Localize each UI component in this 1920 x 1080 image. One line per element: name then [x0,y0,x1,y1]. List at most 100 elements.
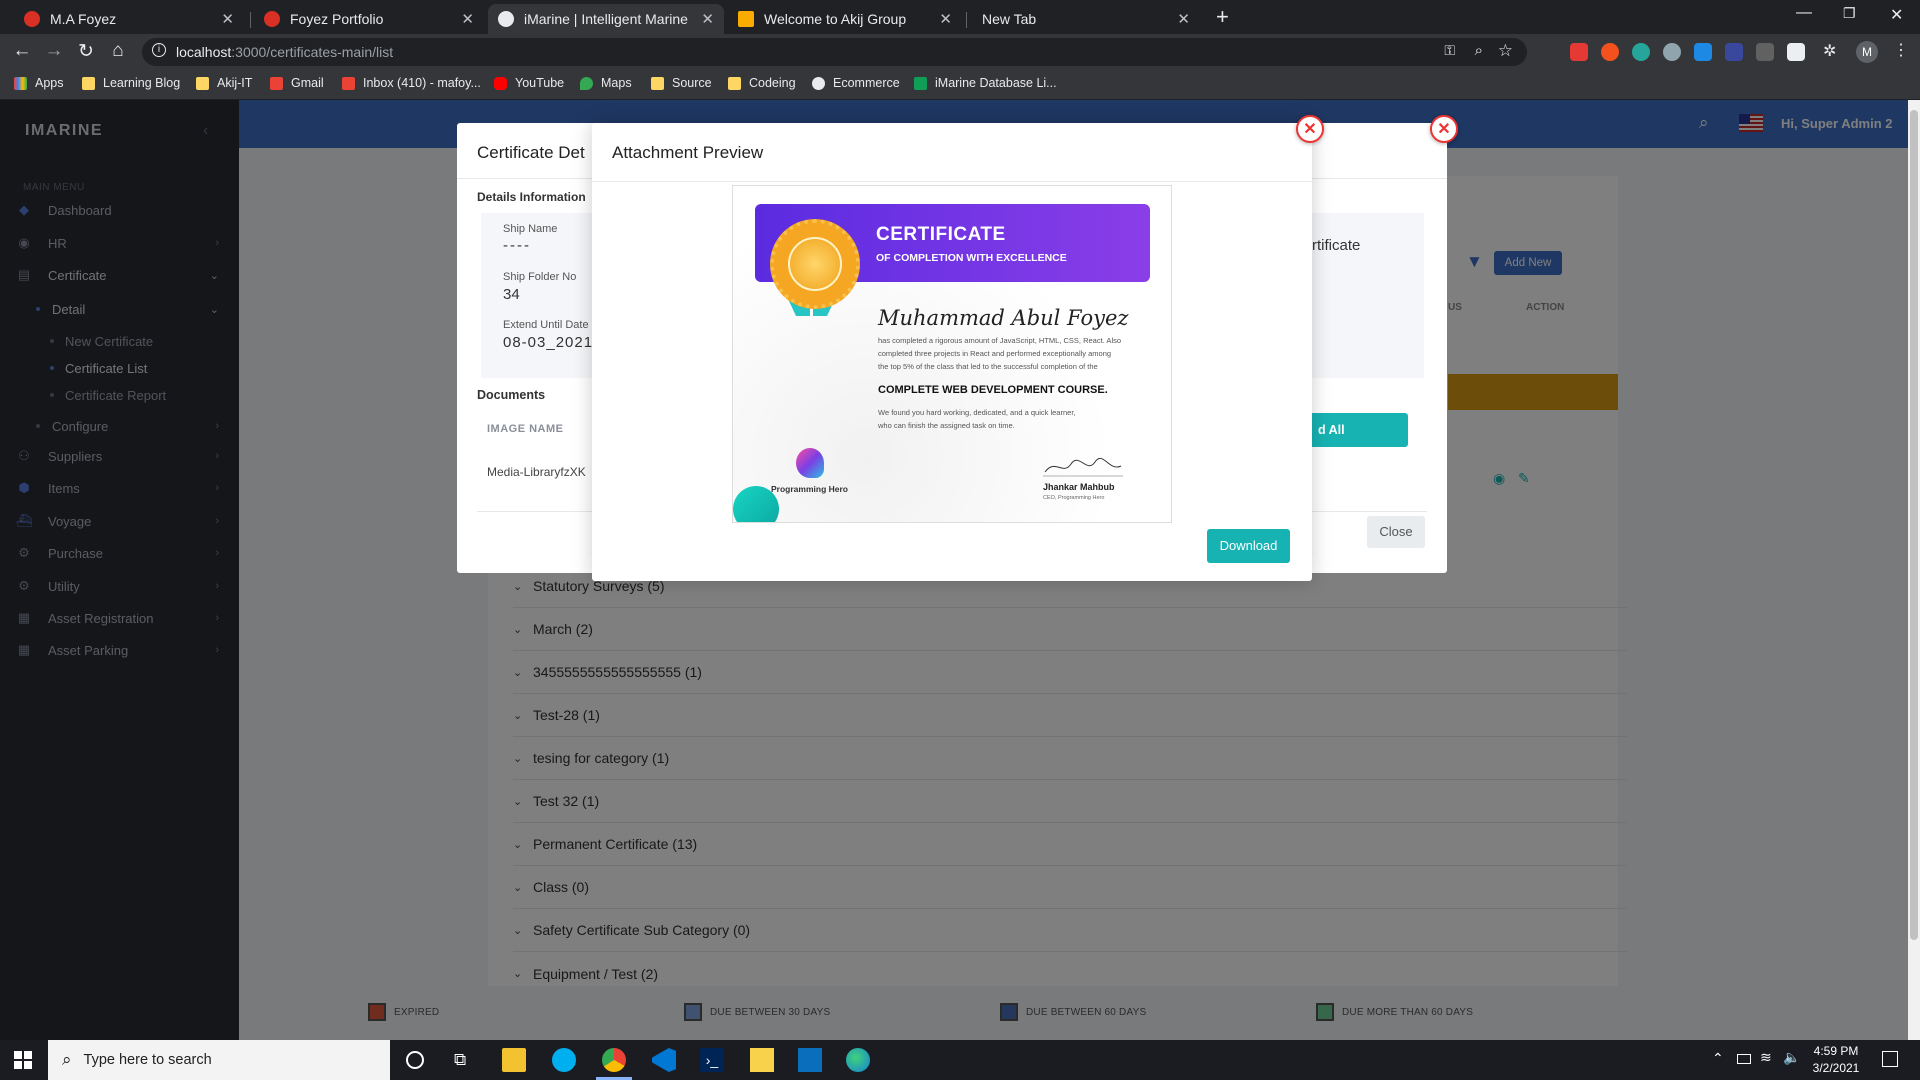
screenshot-icon[interactable] [1787,43,1805,61]
minimize-icon[interactable]: — [1796,4,1812,22]
modal-title: Attachment Preview [612,143,764,162]
extension-icon[interactable] [1756,43,1774,61]
tab-favicon-icon [24,11,40,27]
home-icon[interactable]: ⌂ [105,40,131,62]
maps-icon [580,76,593,90]
bookmark-item[interactable]: Maps [580,76,632,90]
notifications-icon[interactable] [1882,1051,1898,1067]
extension-icon[interactable] [1725,43,1743,61]
tab-title: M.A Foyez [50,11,117,27]
bookmark-label: Akij-IT [217,76,253,90]
info-icon[interactable]: i [152,43,166,57]
chrome-icon[interactable] [602,1048,626,1072]
certificate-body-line: the top 5% of the class that led to the … [878,362,1098,371]
address-bar[interactable]: i localhost:3000/certificates-main/list … [142,38,1527,66]
task-view-icon[interactable]: ⧉ [454,1050,466,1070]
show-hidden-icons-icon[interactable]: ⌃ [1712,1050,1724,1067]
signer-name: Jhankar Mahbub [1043,482,1115,492]
browser-tab[interactable]: M.A Foyez ✕ [14,4,244,34]
bookmark-star-icon[interactable]: ☆ [1498,41,1513,61]
bookmark-label: Maps [601,76,632,90]
download-all-documents-button[interactable]: d All Documents [1312,413,1408,471]
browser-tab[interactable]: New Tab ✕ [966,4,1200,34]
taskbar-search-box[interactable]: ⌕ Type here to search [48,1040,390,1080]
close-tab-icon[interactable]: ✕ [461,10,474,28]
file-explorer-icon[interactable] [502,1048,526,1072]
search-placeholder: Type here to search [83,1052,212,1068]
puzzle-icon[interactable]: ✲ [1823,41,1836,61]
clock[interactable]: 4:59 PM 3/2/2021 [1806,1044,1866,1075]
certificate-body-line: completed three projects in React and pe… [878,349,1112,358]
download-extension-icon[interactable] [1694,43,1712,61]
bookmarks-bar: Apps Learning Blog Akij-IT Gmail Inbox (… [0,70,1920,100]
bookmark-item[interactable]: iMarine Database Li... [914,76,1057,90]
bookmark-item[interactable]: Ecommerce [812,76,900,90]
browser-tab-active[interactable]: iMarine | Intelligent Marine Mana ✕ [488,4,724,34]
close-details-modal-icon[interactable]: ✕ [1430,115,1458,143]
menu-kebab-icon[interactable]: ⋮ [1893,40,1909,60]
browser-tab[interactable]: Welcome to Akij Group ✕ [728,4,962,34]
bookmark-apps[interactable]: Apps [14,76,64,90]
tab-title: iMarine | Intelligent Marine Mana [524,11,693,27]
download-button[interactable]: Download [1207,529,1290,563]
browser-tab-bar: M.A Foyez ✕ Foyez Portfolio ✕ iMarine | … [0,0,1920,34]
sticky-notes-icon[interactable] [750,1048,774,1072]
back-icon[interactable]: ← [9,40,35,62]
bookmark-item[interactable]: Learning Blog [82,76,180,90]
tab-title: New Tab [982,11,1037,27]
ship-name-label: Ship Name [503,223,558,235]
extension-icon[interactable] [1663,43,1681,61]
gmail-icon [270,76,283,90]
key-icon[interactable]: ⚿ [1444,42,1455,59]
close-button[interactable]: Close [1367,516,1425,548]
close-preview-modal-icon[interactable]: ✕ [1296,115,1324,143]
extension-icon[interactable] [1601,43,1619,61]
scrollbar-thumb[interactable] [1910,110,1918,940]
bookmark-label: Ecommerce [833,76,900,90]
close-window-icon[interactable]: ✕ [1890,5,1903,25]
close-tab-icon[interactable]: ✕ [1177,10,1190,28]
certificate-note: We found you hard working, dedicated, an… [878,406,1076,432]
vscode-icon[interactable] [652,1048,676,1072]
reload-icon[interactable]: ↻ [73,40,99,63]
wifi-icon[interactable]: ≋ [1760,1049,1772,1066]
skype-icon[interactable] [552,1048,576,1072]
restore-icon[interactable]: ❐ [1843,5,1856,22]
gmail-icon [342,76,355,90]
bookmark-item[interactable]: Inbox (410) - mafoy... [342,76,481,90]
forward-icon[interactable]: → [41,40,67,62]
volume-icon[interactable]: 🔈 [1783,1049,1800,1066]
close-tab-icon[interactable]: ✕ [221,10,234,28]
powershell-icon[interactable]: ›_ [700,1048,724,1072]
ship-folder-label: Ship Folder No [503,271,577,283]
photos-icon[interactable] [798,1048,822,1072]
profile-avatar[interactable]: M [1856,41,1878,63]
folder-icon [728,76,741,90]
bookmark-item[interactable]: YouTube [494,76,564,90]
browser-toolbar: ← → ↻ ⌂ i localhost:3000/certificates-ma… [0,34,1920,70]
bookmark-item[interactable]: Source [651,76,712,90]
bookmark-item[interactable]: Gmail [270,76,324,90]
bookmark-item[interactable]: Akij-IT [196,76,252,90]
browser-tab[interactable]: Foyez Portfolio ✕ [254,4,484,34]
url-path: :3000/certificates-main/list [231,44,394,60]
new-tab-icon[interactable]: + [1216,4,1229,30]
signature-icon [1043,457,1123,477]
windows-start-icon[interactable] [14,1051,32,1069]
certificate-type-text: rtificate [1312,237,1361,254]
clock-time: 4:59 PM [1813,1044,1859,1058]
edge-icon[interactable] [846,1048,870,1072]
extension-icon[interactable] [1632,43,1650,61]
bookmark-item[interactable]: Codeing [728,76,796,90]
certificate-body-line: has completed a rigorous amount of JavaS… [878,336,1122,345]
extension-icon[interactable] [1570,43,1588,61]
zoom-icon[interactable]: ⌕ [1475,42,1483,59]
close-tab-icon[interactable]: ✕ [939,10,952,28]
close-tab-icon[interactable]: ✕ [701,10,714,28]
clock-date: 3/2/2021 [1812,1061,1860,1075]
bookmark-label: Learning Blog [103,76,181,90]
search-icon: ⌕ [62,1050,72,1069]
cortana-icon[interactable] [406,1051,424,1069]
page-scrollbar[interactable] [1908,100,1920,1040]
battery-icon[interactable] [1737,1054,1751,1064]
